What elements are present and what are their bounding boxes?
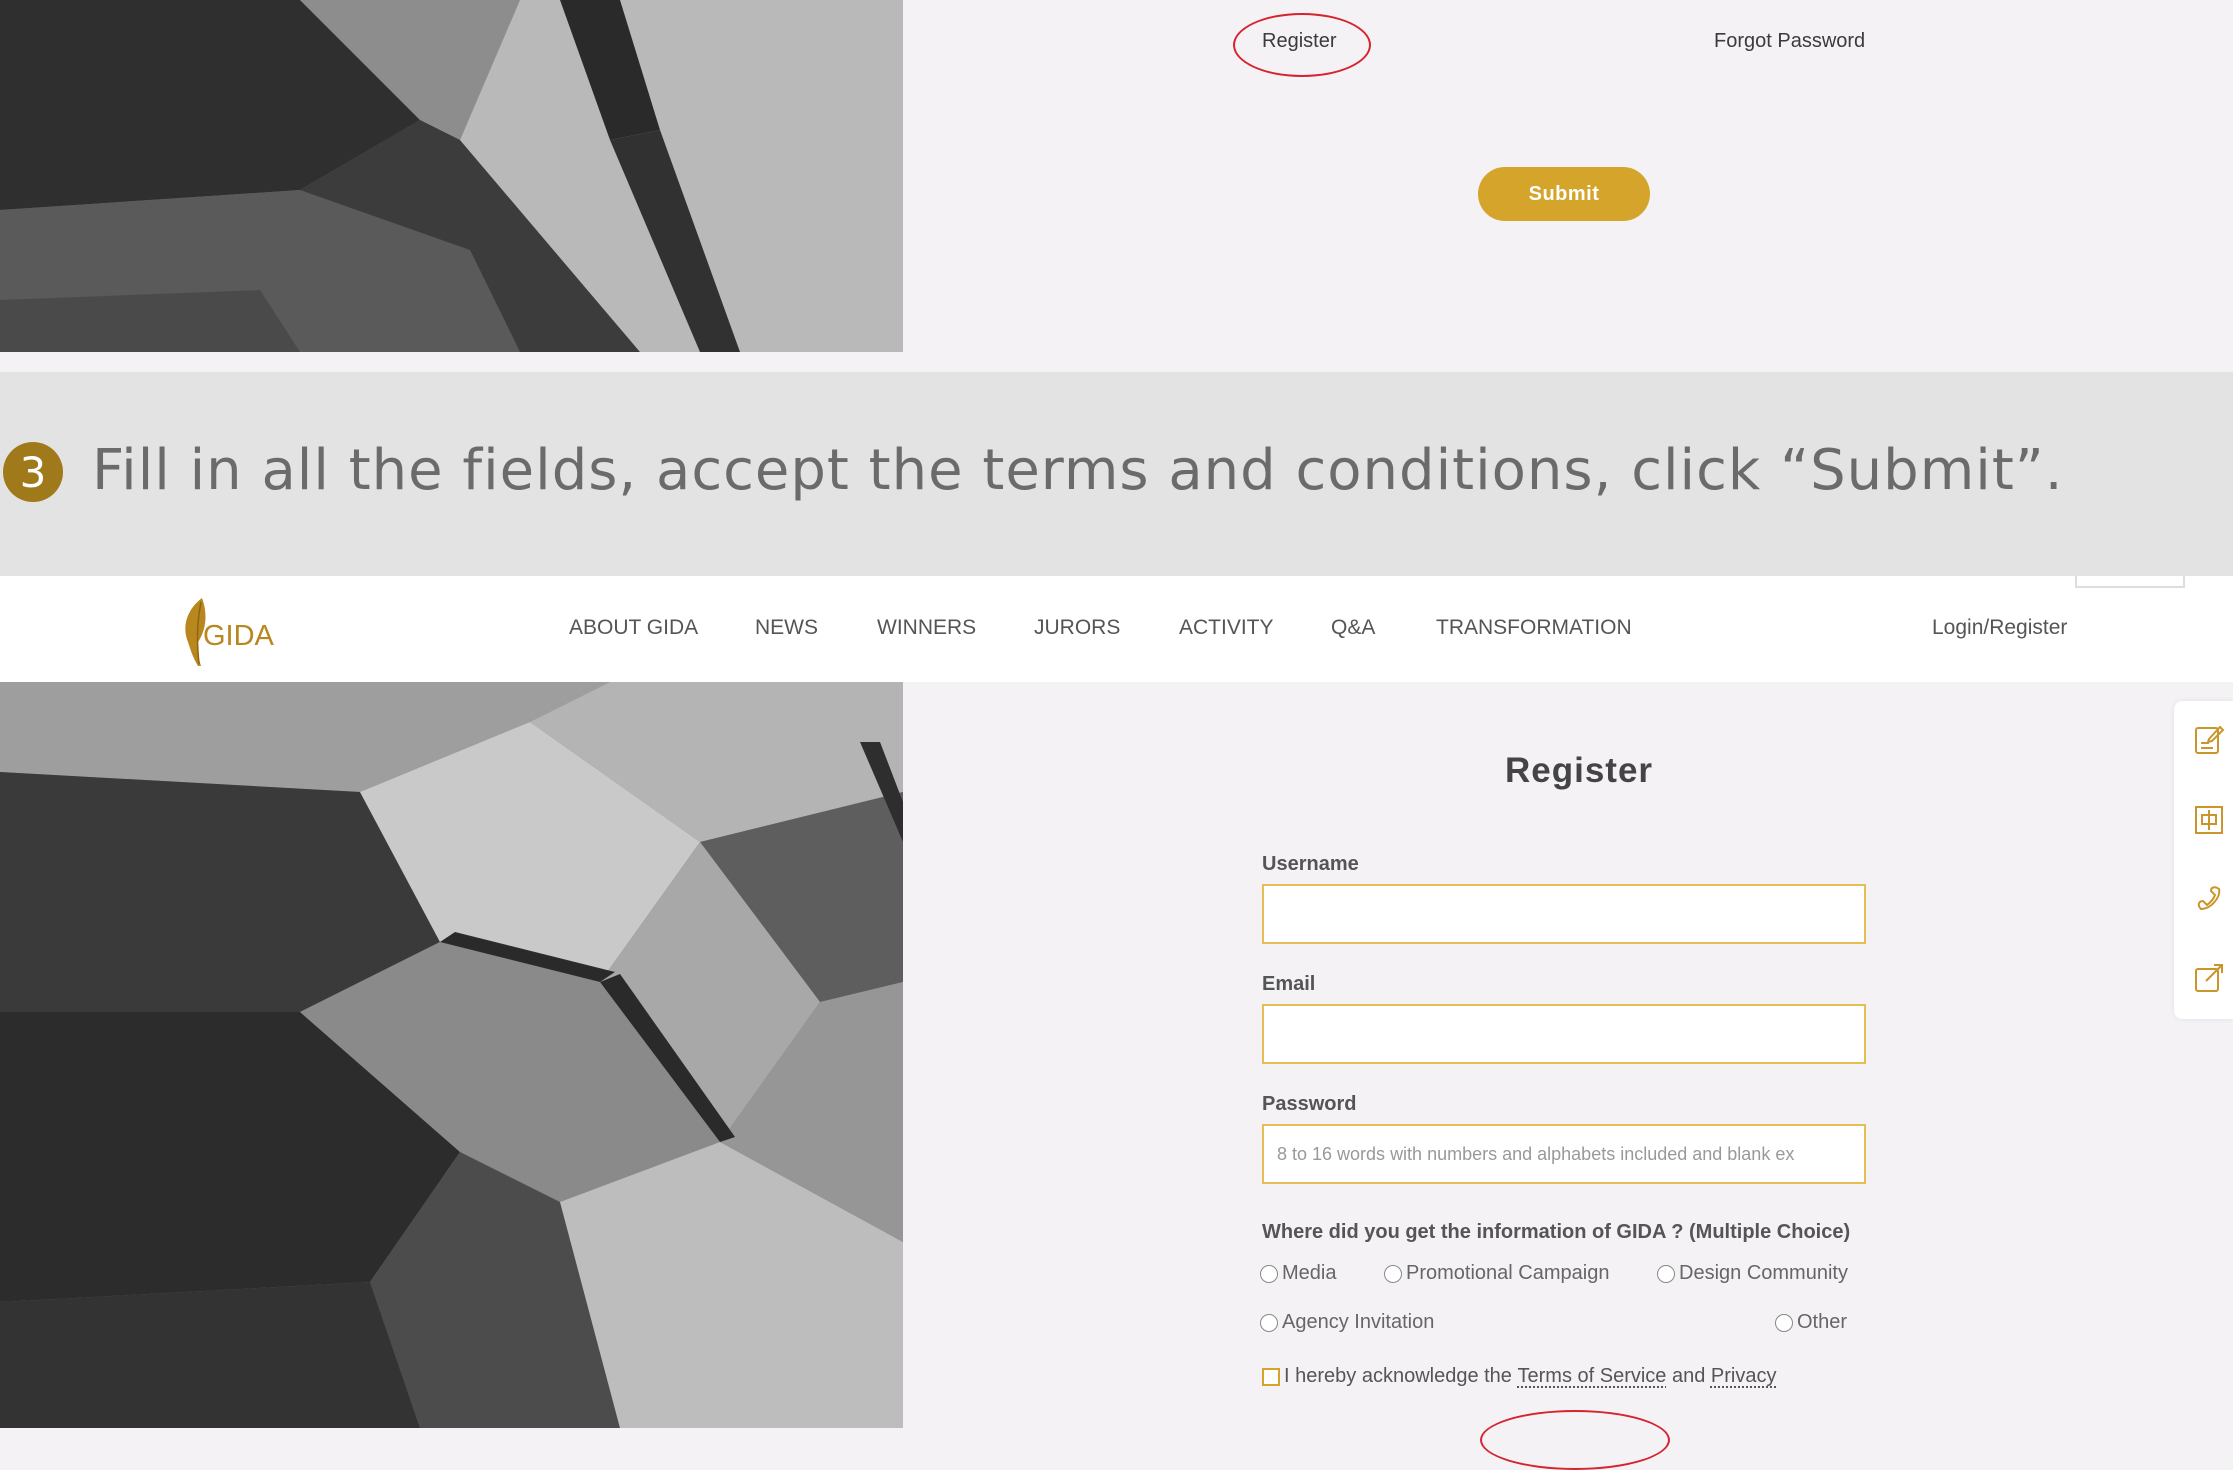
terms-checkbox[interactable] (1262, 1367, 1280, 1386)
email-input[interactable] (1262, 1004, 1866, 1064)
option-label: Media (1282, 1262, 1337, 1284)
option-label: Agency Invitation (1282, 1311, 1435, 1333)
register-highlight-circle (1233, 13, 1371, 77)
nav-transformation[interactable]: TRANSFORMATION (1436, 616, 1632, 640)
step-instruction: Fill in all the fields, accept the terms… (92, 438, 2064, 503)
submit-highlight-circle (1480, 1410, 1670, 1470)
password-input[interactable]: 8 to 16 words with numbers and alphabets… (1262, 1124, 1866, 1184)
chinese-language-icon[interactable] (2193, 804, 2225, 836)
logo-text: GIDA (203, 620, 274, 652)
nav-about-gida[interactable]: ABOUT GIDA (569, 616, 698, 640)
option-label: Promotional Campaign (1406, 1262, 1610, 1284)
option-label: Other (1797, 1311, 1848, 1333)
phone-icon[interactable] (2193, 883, 2225, 915)
option-agency-invitation[interactable]: Agency Invitation (1260, 1311, 1434, 1334)
edit-note-icon[interactable] (2193, 724, 2225, 756)
step-number-badge: 3 (3, 442, 63, 502)
radio-icon[interactable] (1260, 1313, 1278, 1332)
register-title: Register (1505, 751, 1654, 790)
terms-acknowledgement: I hereby acknowledge the Terms of Servic… (1262, 1365, 1777, 1388)
info-source-question: Where did you get the information of GID… (1262, 1221, 1851, 1243)
nav-qa[interactable]: Q&A (1331, 616, 1375, 640)
terms-text: I hereby acknowledge the (1284, 1365, 1518, 1387)
nav-news[interactable]: NEWS (755, 616, 818, 640)
email-label: Email (1262, 973, 1316, 995)
option-design-community[interactable]: Design Community (1657, 1262, 1848, 1285)
terms-of-service-link[interactable]: Terms of Service (1518, 1365, 1667, 1388)
concrete-art-image-bottom (0, 682, 903, 1428)
username-input[interactable] (1262, 884, 1866, 944)
radio-icon[interactable] (1775, 1313, 1793, 1332)
concrete-art-image-top (0, 0, 903, 352)
option-other[interactable]: Other (1775, 1311, 1847, 1334)
option-label: Design Community (1679, 1262, 1848, 1284)
forgot-password-link[interactable]: Forgot Password (1714, 30, 1865, 53)
radio-icon[interactable] (1657, 1264, 1675, 1283)
header-corner-tab (2075, 576, 2185, 588)
username-label: Username (1262, 853, 1359, 875)
radio-icon[interactable] (1384, 1264, 1402, 1283)
terms-and-text: and (1666, 1365, 1711, 1387)
nav-winners[interactable]: WINNERS (877, 616, 976, 640)
submit-button-login[interactable]: Submit (1478, 167, 1650, 221)
password-label: Password (1262, 1093, 1357, 1115)
external-edit-icon[interactable] (2193, 962, 2225, 994)
nav-activity[interactable]: ACTIVITY (1179, 616, 1274, 640)
option-promotional-campaign[interactable]: Promotional Campaign (1384, 1262, 1609, 1285)
nav-jurors[interactable]: JURORS (1034, 616, 1120, 640)
password-placeholder: 8 to 16 words with numbers and alphabets… (1277, 1143, 1795, 1164)
privacy-link[interactable]: Privacy (1711, 1365, 1777, 1388)
radio-icon[interactable] (1260, 1264, 1278, 1283)
option-media[interactable]: Media (1260, 1262, 1336, 1285)
login-register-link[interactable]: Login/Register (1932, 616, 2067, 640)
